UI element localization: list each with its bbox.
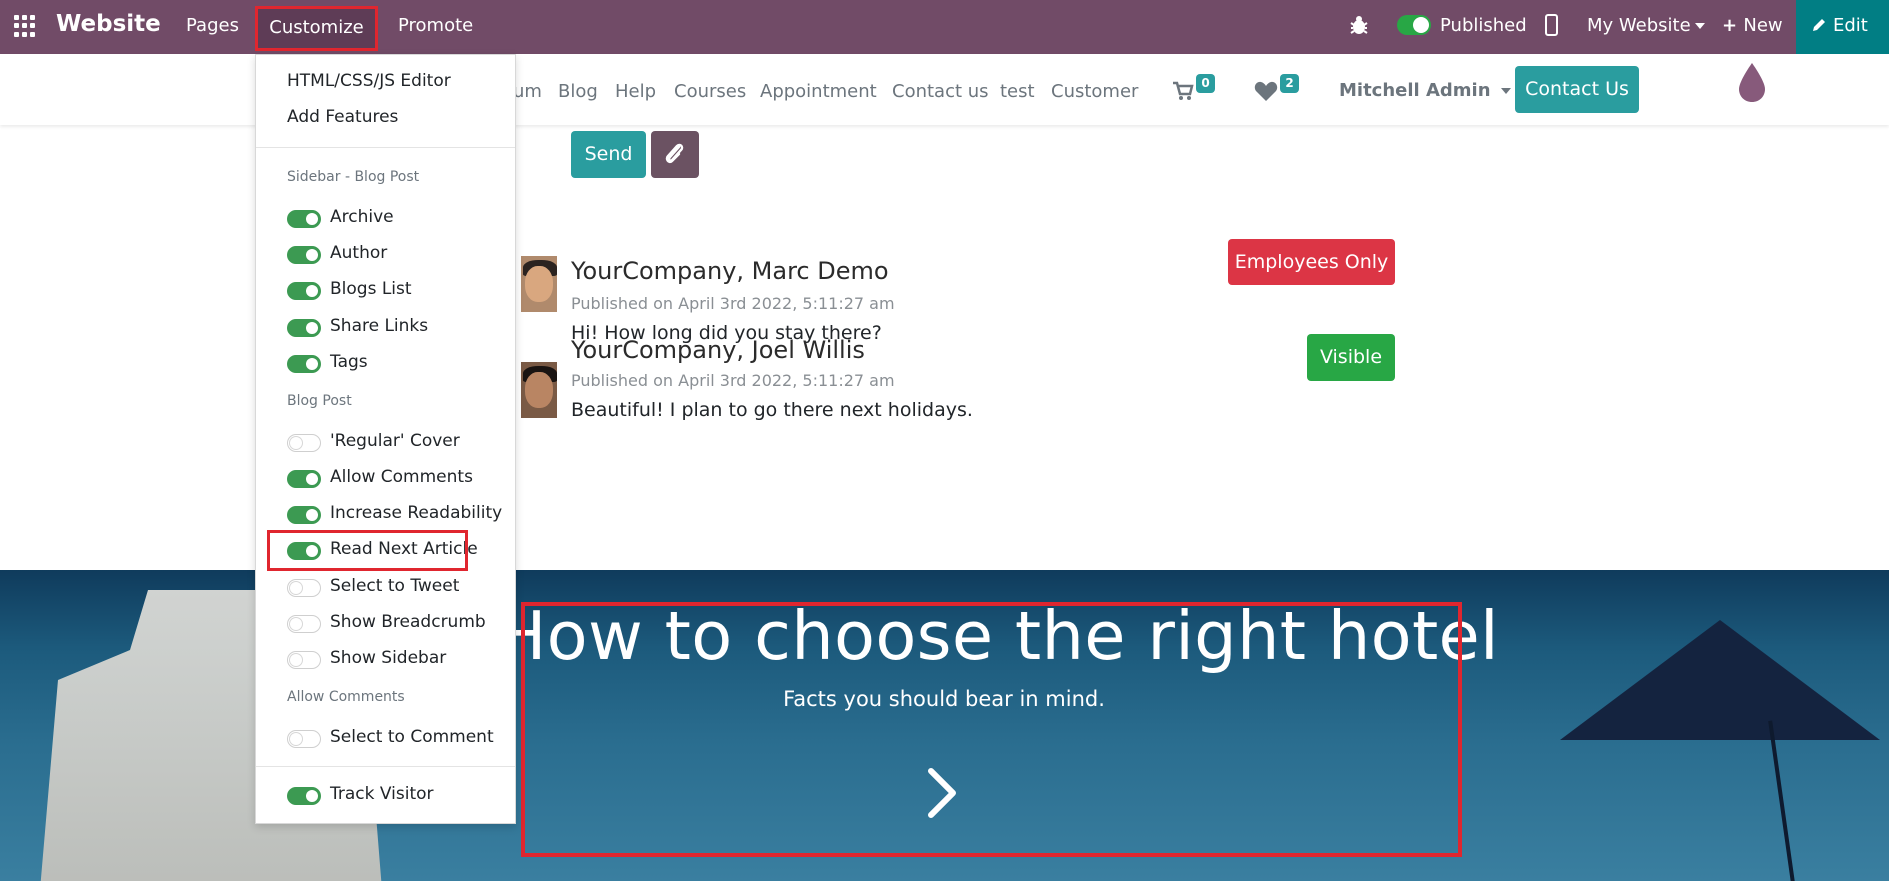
cover-umbrella — [1560, 620, 1880, 740]
customize-dropdown: HTML/CSS/JS Editor Add Features Sidebar … — [255, 54, 516, 824]
toggle-switch[interactable] — [287, 787, 321, 805]
toggle-switch[interactable] — [287, 355, 321, 373]
toggle-switch[interactable] — [287, 651, 321, 669]
send-button[interactable]: Send — [571, 131, 646, 178]
toggle-switch[interactable] — [287, 579, 321, 597]
option-label: Select to Tweet — [330, 576, 460, 596]
employees-only-button[interactable]: Employees Only — [1228, 239, 1395, 285]
option-label: 'Regular' Cover — [330, 431, 460, 451]
divider — [256, 766, 515, 767]
nav-link-courses[interactable]: Courses — [674, 81, 746, 102]
menu-pages[interactable]: Pages — [186, 15, 239, 36]
wishlist-heart-icon[interactable] — [1254, 81, 1278, 102]
contact-us-button[interactable]: Contact Us — [1515, 66, 1639, 113]
nav-link-blog[interactable]: Blog — [558, 81, 598, 102]
toggle-switch[interactable] — [287, 434, 321, 452]
website-selector[interactable]: My Website — [1587, 15, 1705, 36]
toggle-switch[interactable] — [287, 282, 321, 300]
nav-link-test[interactable]: test — [1000, 81, 1035, 102]
option-label: Author — [330, 243, 388, 263]
chevron-down-icon — [1500, 88, 1511, 94]
option-label: Tags — [330, 352, 368, 372]
group-header-sidebar-blog-post: Sidebar - Blog Post — [287, 169, 420, 185]
user-name: Mitchell Admin — [1339, 80, 1491, 101]
option-label: Select to Comment — [330, 727, 494, 747]
nav-link-appointment[interactable]: Appointment — [760, 81, 877, 102]
chevron-down-icon — [1694, 23, 1705, 29]
cover-umbrella-pole — [1768, 720, 1796, 881]
nav-link-help[interactable]: Help — [615, 81, 656, 102]
attach-button[interactable] — [651, 131, 699, 178]
divider — [256, 147, 515, 148]
option-label: Track Visitor — [330, 784, 434, 804]
comment-author: YourCompany, Marc Demo — [571, 257, 889, 285]
published-label[interactable]: Published — [1440, 15, 1527, 36]
highlight-frame — [267, 530, 468, 571]
apps-grid-icon[interactable] — [14, 15, 36, 37]
option-label: Increase Readability — [330, 503, 503, 523]
highlight-frame — [521, 602, 1462, 857]
cart-count-badge: 0 — [1196, 74, 1215, 93]
cart-icon[interactable] — [1172, 81, 1194, 101]
mobile-preview-icon[interactable] — [1545, 14, 1558, 36]
app-brand[interactable]: Website — [56, 11, 161, 37]
nav-link-forum[interactable]: um — [513, 81, 542, 102]
new-button[interactable]: + New — [1722, 15, 1783, 36]
add-features-item[interactable]: Add Features — [287, 107, 398, 127]
plus-icon: + — [1722, 15, 1744, 36]
edit-button-label: Edit — [1833, 15, 1868, 36]
toggle-switch[interactable] — [287, 470, 321, 488]
admin-topbar: Website Pages Customize Promote Publishe… — [0, 0, 1889, 54]
menu-promote[interactable]: Promote — [398, 15, 473, 36]
toggle-switch[interactable] — [287, 730, 321, 748]
toggle-switch[interactable] — [287, 506, 321, 524]
pencil-icon — [1813, 19, 1825, 31]
website-selector-label: My Website — [1587, 15, 1691, 36]
group-header-allow-comments: Allow Comments — [287, 689, 405, 705]
menu-customize[interactable]: Customize — [255, 6, 378, 51]
comment-body: Beautiful! I plan to go there next holid… — [571, 399, 973, 421]
visible-button[interactable]: Visible — [1307, 334, 1395, 381]
paperclip-icon — [665, 143, 684, 164]
group-header-blog-post: Blog Post — [287, 393, 352, 409]
avatar — [521, 362, 557, 418]
toggle-switch[interactable] — [287, 210, 321, 228]
avatar — [521, 256, 557, 312]
wishlist-count-badge: 2 — [1280, 74, 1299, 93]
debug-bug-icon[interactable] — [1349, 14, 1369, 36]
toggle-switch[interactable] — [287, 246, 321, 264]
published-toggle[interactable] — [1397, 15, 1431, 35]
comment-date: Published on April 3rd 2022, 5:11:27 am — [571, 294, 895, 313]
option-label: Archive — [330, 207, 394, 227]
option-label: Blogs List — [330, 279, 412, 299]
option-label: Show Breadcrumb — [330, 612, 486, 632]
new-button-label: New — [1743, 15, 1783, 36]
toggle-switch[interactable] — [287, 615, 321, 633]
nav-link-contact-us[interactable]: Contact us — [892, 81, 989, 102]
option-label: Allow Comments — [330, 467, 473, 487]
odoo-drop-logo-icon — [1739, 63, 1765, 102]
comment-author: YourCompany, Joel Willis — [571, 336, 865, 364]
nav-link-customer[interactable]: Customer — [1051, 81, 1138, 102]
toggle-switch[interactable] — [287, 319, 321, 337]
html-css-js-editor-item[interactable]: HTML/CSS/JS Editor — [287, 71, 451, 91]
comment-date: Published on April 3rd 2022, 5:11:27 am — [571, 371, 895, 390]
edit-button[interactable]: Edit — [1796, 0, 1889, 54]
option-label: Show Sidebar — [330, 648, 447, 668]
user-menu[interactable]: Mitchell Admin — [1339, 80, 1511, 101]
option-label: Share Links — [330, 316, 429, 336]
